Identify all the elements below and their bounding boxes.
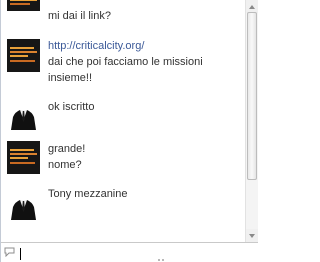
critical-city-logo-icon — [7, 141, 40, 174]
message-text: mi dai il link? — [48, 8, 243, 24]
critical-city-logo-icon — [7, 39, 40, 72]
message-text: grande! nome? — [48, 141, 243, 173]
message-item: mi dai il link? — [1, 0, 245, 30]
chat-input-bar — [1, 242, 258, 262]
message-text: ok iscritto — [48, 99, 243, 115]
speech-bubble-icon — [4, 247, 15, 257]
message-list: mi dai il link? http://criticalcity.org/… — [1, 0, 245, 242]
scroll-thumb[interactable] — [247, 12, 257, 180]
message-item: Tony mezzanine — [1, 186, 245, 226]
chat-window: mi dai il link? http://criticalcity.org/… — [0, 0, 258, 262]
message-line: dai che poi facciamo le missioni — [48, 56, 203, 68]
suit-avatar-icon — [7, 187, 40, 220]
scroll-down-button[interactable] — [246, 229, 258, 242]
avatar — [7, 0, 40, 11]
avatar[interactable] — [7, 187, 40, 220]
avatar[interactable] — [7, 39, 40, 72]
avatar[interactable] — [7, 97, 40, 130]
message-text: Tony mezzanine — [48, 186, 243, 202]
message-text: http://criticalcity.org/ dai che poi fac… — [48, 38, 243, 86]
message-line: Tony mezzanine — [48, 188, 128, 200]
text-caret — [20, 248, 21, 260]
arrow-down-icon — [249, 233, 255, 238]
chat-message-input[interactable] — [18, 245, 248, 260]
message-line: insieme!! — [48, 72, 93, 84]
critical-city-logo-icon — [7, 0, 40, 11]
message-line: mi dai il link? — [48, 10, 111, 22]
message-line: ok iscritto — [48, 101, 95, 113]
suit-avatar-icon — [7, 97, 40, 130]
message-line: grande! — [48, 143, 86, 155]
arrow-up-icon — [249, 4, 255, 9]
avatar[interactable] — [7, 141, 40, 174]
scrollbar[interactable] — [245, 0, 258, 242]
resize-grip[interactable] — [158, 259, 164, 261]
message-item: http://criticalcity.org/ dai che poi fac… — [1, 38, 245, 102]
message-line: nome? — [48, 159, 82, 171]
message-item: ok iscritto — [1, 96, 245, 136]
message-link[interactable]: http://criticalcity.org/ — [48, 38, 243, 54]
message-item: grande! nome? — [1, 140, 245, 180]
